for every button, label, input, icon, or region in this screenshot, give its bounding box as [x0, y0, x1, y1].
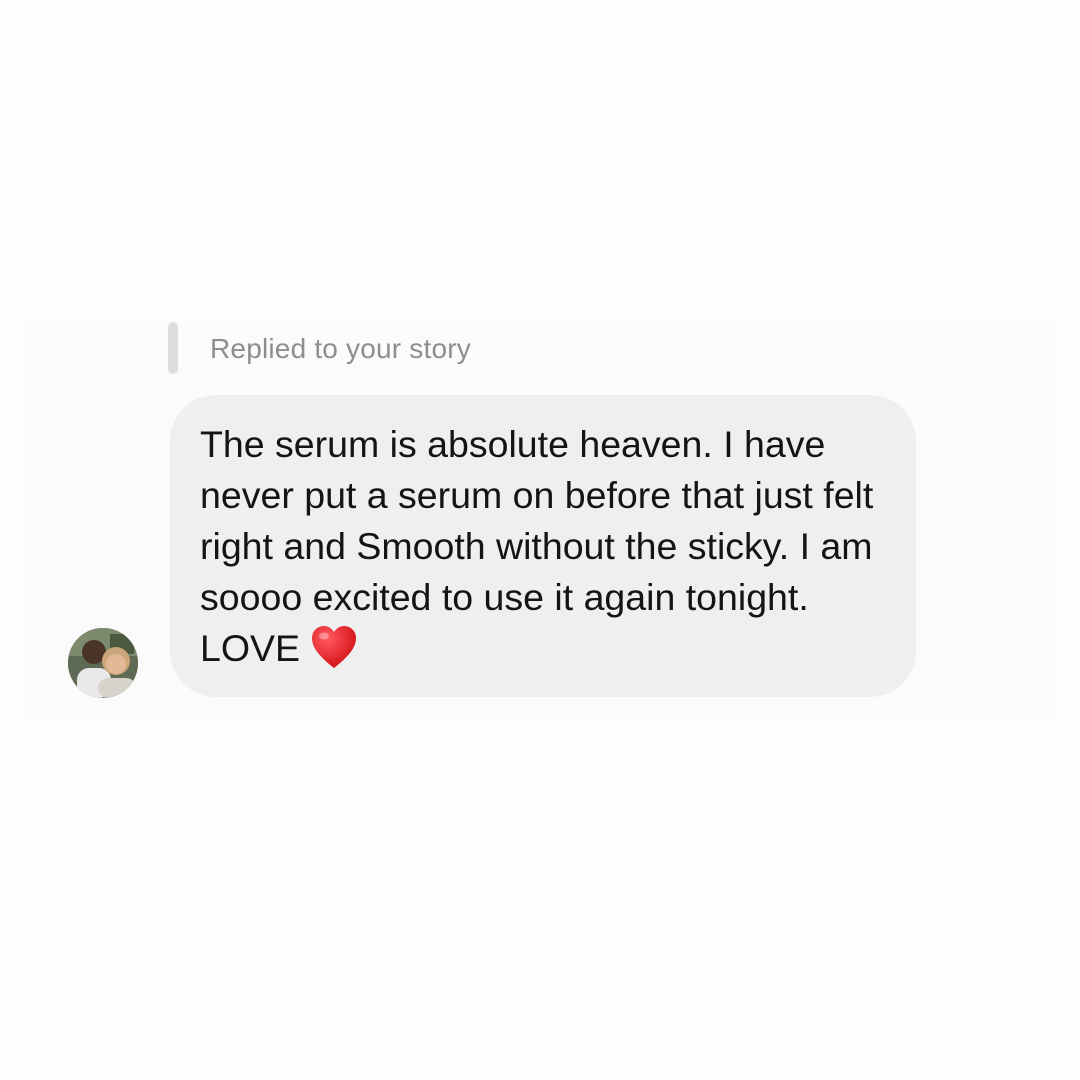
reply-quote-bar — [168, 322, 178, 374]
red-heart-icon — [310, 624, 358, 683]
message-text: The serum is absolute heaven. I have nev… — [200, 419, 886, 683]
message-body: The serum is absolute heaven. I have nev… — [200, 423, 874, 669]
reply-context-label: Replied to your story — [210, 333, 471, 364]
dm-thread: Replied to your story The serum is absol… — [0, 0, 1080, 1080]
sender-avatar[interactable] — [68, 628, 138, 698]
story-reply-indicator[interactable]: Replied to your story — [168, 322, 471, 374]
avatar-photo-icon — [68, 628, 138, 698]
message-bubble[interactable]: The serum is absolute heaven. I have nev… — [170, 395, 916, 697]
